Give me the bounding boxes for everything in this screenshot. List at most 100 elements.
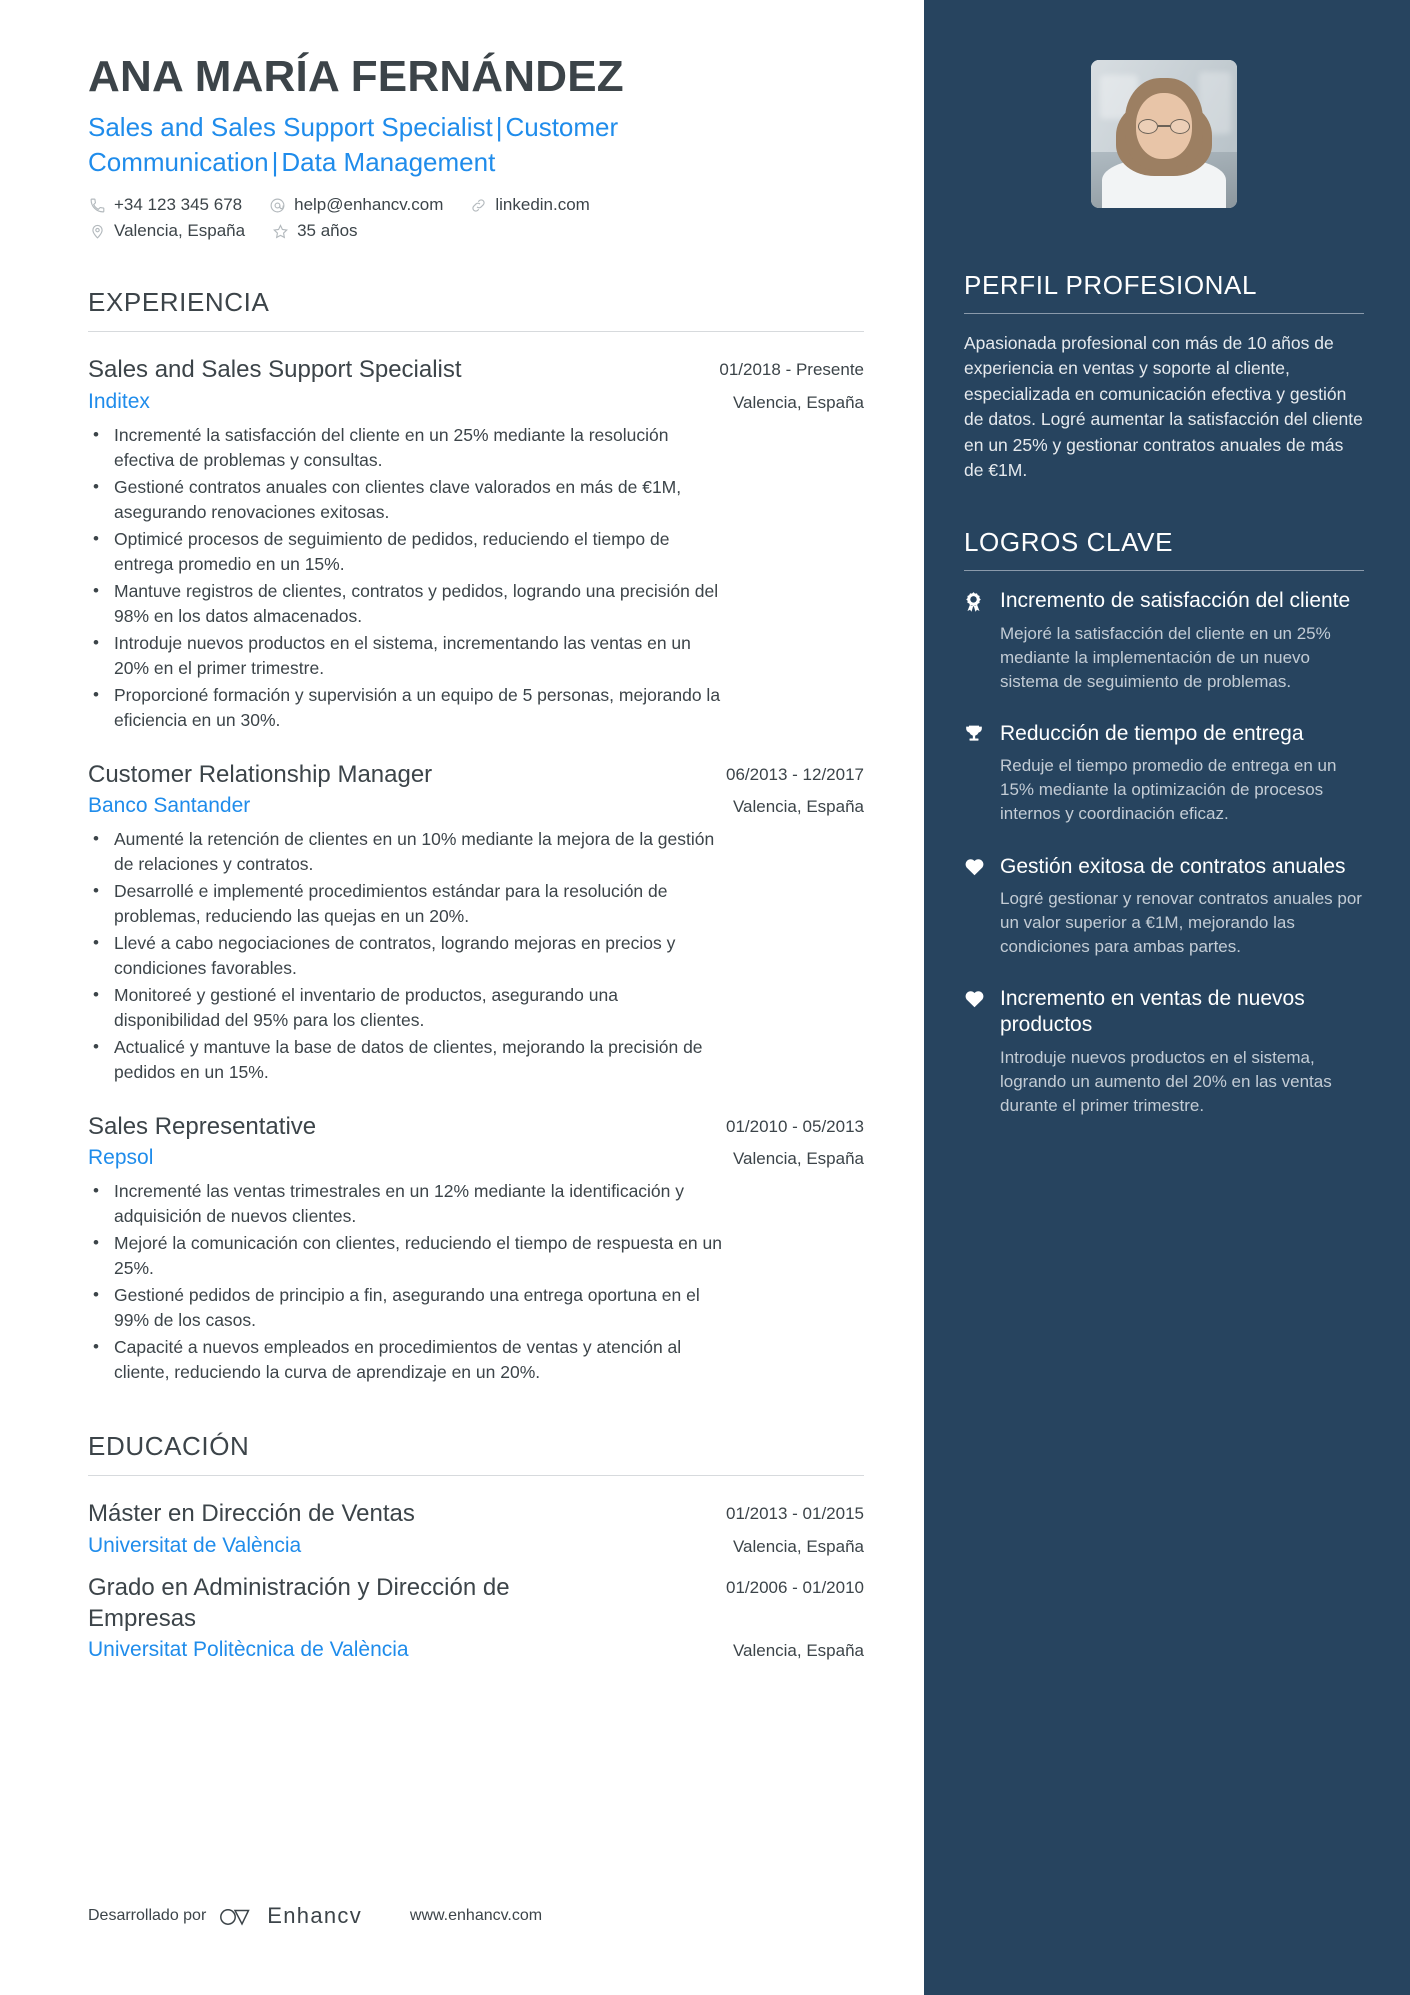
list-item: Gestioné contratos anuales con clientes … — [88, 475, 728, 525]
list-item: Proporcioné formación y supervisión a un… — [88, 683, 728, 733]
list-item: Gestioné pedidos de principio a fin, ase… — [88, 1283, 728, 1333]
enhancv-logo: Enhancv — [218, 1903, 362, 1929]
list-item: Aumenté la retención de clientes en un 1… — [88, 827, 728, 877]
list-item: Optimicé procesos de seguimiento de pedi… — [88, 527, 728, 577]
contact-phone[interactable]: +34 123 345 678 — [88, 195, 242, 215]
education-item: Grado en Administración y Dirección de E… — [88, 1572, 864, 1662]
section-title-education: EDUCACIÓN — [88, 1431, 250, 1462]
email-icon — [268, 196, 287, 215]
page-title: ANA MARÍA FERNÁNDEZ — [88, 52, 624, 101]
contact-linkedin[interactable]: linkedin.com — [469, 195, 590, 215]
contact-age: 35 años — [271, 221, 358, 241]
heart-icon — [964, 854, 990, 876]
degree-title: Grado en Administración y Dirección de E… — [88, 1573, 510, 1632]
achievement-item: Gestión exitosa de contratos anuales Log… — [964, 854, 1364, 960]
avatar-container — [964, 60, 1364, 208]
star-icon — [271, 222, 290, 241]
experience-item: Sales Representative 01/2010 - 05/2013 R… — [88, 1111, 864, 1385]
main-column: ANA MARÍA FERNÁNDEZ Sales and Sales Supp… — [0, 0, 924, 1995]
footer: Desarrollado por Enhancv www.enhancv.com — [88, 1903, 864, 1929]
job-location: Valencia, España — [732, 392, 864, 412]
list-item: Introduje nuevos productos en el sistema… — [88, 631, 728, 681]
list-item: Mantuve registros de clientes, contratos… — [88, 579, 728, 629]
achievement-item: Incremento de satisfacción del cliente M… — [964, 588, 1364, 694]
contact-email-value: help@enhancv.com — [294, 195, 444, 215]
award-ribbon-icon — [964, 588, 990, 613]
contact-list: +34 123 345 678 help@enhancv.com linkedi… — [88, 195, 708, 241]
degree-dates: 01/2013 - 01/2015 — [725, 1504, 864, 1524]
achievement-description: Logré gestionar y renovar contratos anua… — [1000, 888, 1362, 956]
sidebar: PERFIL PROFESIONAL Apasionada profesiona… — [924, 0, 1410, 1995]
job-bullets: Aumenté la retención de clientes en un 1… — [88, 827, 864, 1085]
job-role: Sales Representative — [88, 1113, 317, 1141]
job-role: Customer Relationship Manager — [88, 760, 433, 788]
experience-item: Sales and Sales Support Specialist 01/20… — [88, 354, 864, 732]
job-dates: 01/2018 - Presente — [719, 360, 864, 380]
section-divider-education — [88, 1475, 864, 1477]
footer-powered-by-label: Desarrollado por — [88, 1907, 207, 1924]
job-bullets: Incrementé las ventas trimestrales en un… — [88, 1179, 864, 1385]
achievement-item: Reducción de tiempo de entrega Reduje el… — [964, 721, 1364, 827]
education-list: Máster en Dirección de Ventas 01/2013 - … — [88, 1498, 864, 1662]
school-location: Valencia, España — [732, 1641, 864, 1661]
job-role: Sales and Sales Support Specialist — [88, 356, 462, 384]
job-company[interactable]: Repsol — [88, 1146, 153, 1170]
achievement-title: Incremento de satisfacción del cliente — [1000, 589, 1351, 613]
headline-part-3: Data Management — [281, 146, 496, 177]
profile-summary-text: Apasionada profesional con más de 10 año… — [964, 333, 1363, 480]
job-bullets: Incrementé la satisfacción del cliente e… — [88, 423, 864, 733]
avatar — [1091, 60, 1237, 208]
education-item: Máster en Dirección de Ventas 01/2013 - … — [88, 1498, 864, 1557]
contact-phone-value: +34 123 345 678 — [114, 195, 243, 215]
contact-location-value: Valencia, España — [114, 221, 246, 241]
school-name[interactable]: Universitat Politècnica de València — [88, 1638, 409, 1662]
achievements-section: LOGROS CLAVE Incremento de satisfacción … — [964, 527, 1364, 1118]
list-item: Actualicé y mantuve la base de datos de … — [88, 1035, 728, 1085]
section-divider-experience — [88, 331, 864, 333]
contact-location: Valencia, España — [88, 221, 245, 241]
experience-item: Customer Relationship Manager 06/2013 - … — [88, 759, 864, 1085]
experience-list: Sales and Sales Support Specialist 01/20… — [88, 354, 864, 1385]
headline-part-1: Sales and Sales Support Specialist — [88, 112, 493, 143]
job-location: Valencia, España — [732, 796, 864, 816]
list-item: Incrementé las ventas trimestrales en un… — [88, 1179, 728, 1229]
headline-separator-2: | — [271, 146, 279, 177]
school-name[interactable]: Universitat de València — [88, 1534, 301, 1558]
link-icon — [469, 196, 488, 215]
achievement-title: Incremento en ventas de nuevos productos — [1000, 987, 1305, 1037]
school-location: Valencia, España — [732, 1536, 864, 1556]
location-pin-icon — [88, 222, 107, 241]
list-item: Llevé a cabo negociaciones de contratos,… — [88, 931, 728, 981]
enhancv-wordmark: Enhancv — [267, 1903, 362, 1928]
achievement-item: Incremento en ventas de nuevos productos… — [964, 986, 1364, 1118]
achievement-description: Mejoré la satisfacción del cliente en un… — [1000, 623, 1331, 691]
trophy-icon — [964, 721, 990, 744]
job-location: Valencia, España — [732, 1149, 864, 1169]
professional-headline: Sales and Sales Support Specialist | Custo… — [88, 110, 748, 179]
section-title-profile: PERFIL PROFESIONAL — [964, 270, 1258, 300]
heart-icon — [964, 986, 990, 1008]
achievement-title: Gestión exitosa de contratos anuales — [1000, 854, 1346, 878]
job-company[interactable]: Inditex — [88, 390, 150, 414]
achievement-description: Introduje nuevos productos en el sistema… — [1000, 1047, 1332, 1115]
list-item: Desarrollé e implementé procedimientos e… — [88, 879, 728, 929]
phone-icon — [88, 196, 107, 215]
contact-email[interactable]: help@enhancv.com — [268, 195, 443, 215]
list-item: Monitoreé y gestioné el inventario de pr… — [88, 983, 728, 1033]
footer-branding: Desarrollado por Enhancv — [88, 1903, 362, 1929]
list-item: Incrementé la satisfacción del cliente e… — [88, 423, 728, 473]
achievements-list: Incremento de satisfacción del cliente M… — [964, 588, 1364, 1118]
job-dates: 06/2013 - 12/2017 — [725, 764, 864, 784]
resume-page: ANA MARÍA FERNÁNDEZ Sales and Sales Supp… — [0, 0, 1410, 1995]
contact-linkedin-value: linkedin.com — [495, 195, 590, 215]
section-title-achievements: LOGROS CLAVE — [964, 527, 1174, 558]
job-dates: 01/2010 - 05/2013 — [725, 1117, 864, 1137]
section-divider-profile — [964, 313, 1364, 314]
contact-age-value: 35 años — [297, 221, 358, 241]
list-item: Mejoré la comunicación con clientes, red… — [88, 1231, 728, 1281]
job-company[interactable]: Banco Santander — [88, 794, 250, 818]
achievement-description: Reduje el tiempo promedio de entrega en … — [1000, 756, 1337, 824]
degree-dates: 01/2006 - 01/2010 — [725, 1577, 864, 1597]
achievement-title: Reducción de tiempo de entrega — [1000, 721, 1304, 745]
headline-separator-1: | — [495, 112, 503, 143]
